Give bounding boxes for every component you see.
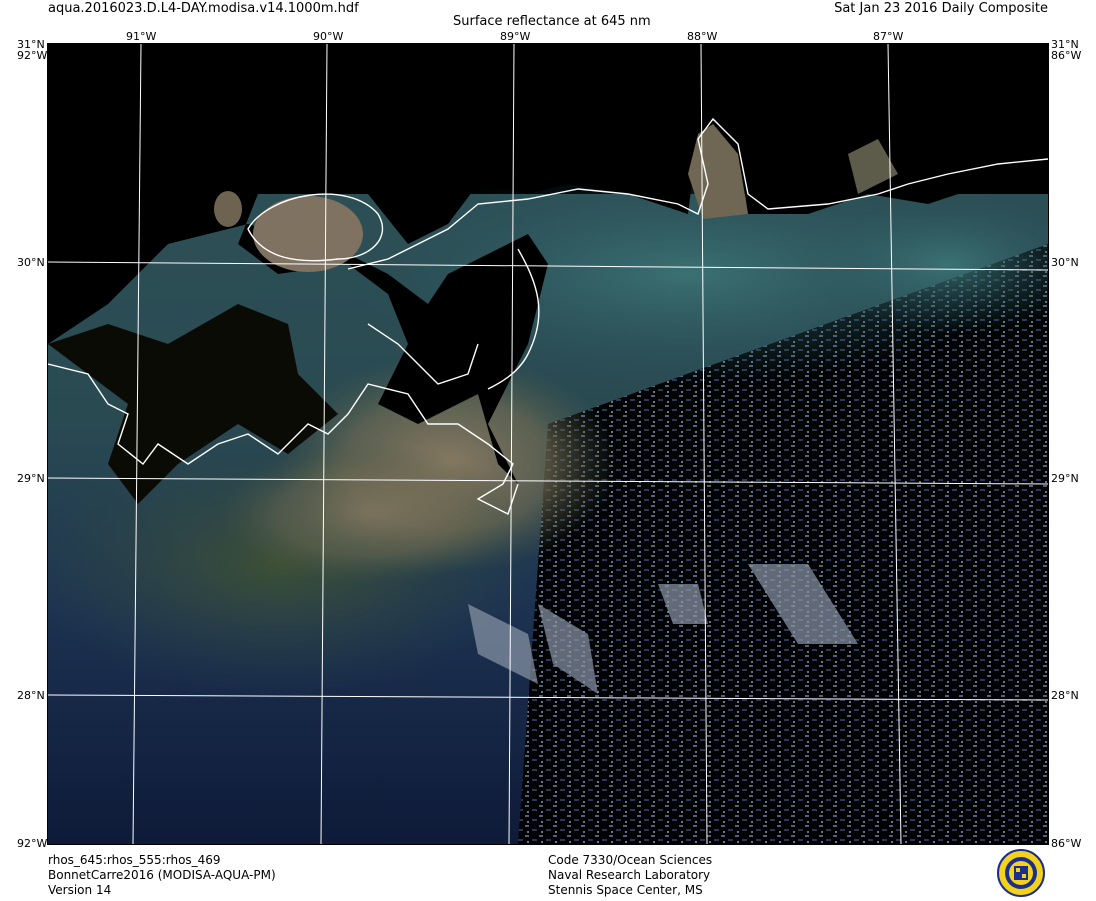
corner-label-top-right: 86°W [1051, 49, 1082, 62]
lon-label-87w: 87°W [873, 30, 904, 43]
lat-label-right-31n: 31°N [1051, 38, 1079, 51]
corner-label-top-left: 92°W [17, 49, 48, 62]
lake-maurepas [214, 191, 242, 227]
sediment-plume-west [218, 444, 518, 584]
file-name: aqua.2016023.D.L4-DAY.modisa.v14.1000m.h… [48, 1, 359, 16]
map-canvas [48, 44, 1048, 844]
version-label: Version 14 [48, 883, 112, 897]
lat-label-right-28n: 28°N [1051, 689, 1079, 702]
org-code: Code 7330/Ocean Sciences [548, 853, 713, 867]
map-title: Surface reflectance at 645 nm [453, 14, 651, 29]
org-location: Stennis Space Center, MS [548, 883, 703, 897]
lat-label-right-30n: 30°N [1051, 256, 1079, 269]
lat-label-left-29n: 29°N [17, 472, 45, 485]
lat-label-left-28n: 28°N [17, 689, 45, 702]
lon-label-90w: 90°W [313, 30, 344, 43]
lon-label-91w: 91°W [126, 30, 157, 43]
corner-label-bottom-left: 92°W [17, 837, 48, 850]
lat-label-right-29n: 29°N [1051, 472, 1079, 485]
composite-date: Sat Jan 23 2016 Daily Composite [834, 1, 1048, 16]
band-combination: rhos_645:rhos_555:rhos_469 [48, 853, 221, 867]
lat-label-left-30n: 30°N [17, 256, 45, 269]
lat-label-left-31n: 31°N [17, 38, 45, 51]
lon-label-88w: 88°W [687, 30, 718, 43]
lon-label-89w: 89°W [500, 30, 531, 43]
region-name: BonnetCarre2016 (MODISA-AQUA-PM) [48, 868, 276, 882]
nrl-seal-icon [996, 849, 1046, 897]
org-name: Naval Research Laboratory [548, 868, 711, 882]
corner-label-bottom-right: 86°W [1051, 837, 1082, 850]
satellite-map[interactable] [47, 43, 1049, 845]
